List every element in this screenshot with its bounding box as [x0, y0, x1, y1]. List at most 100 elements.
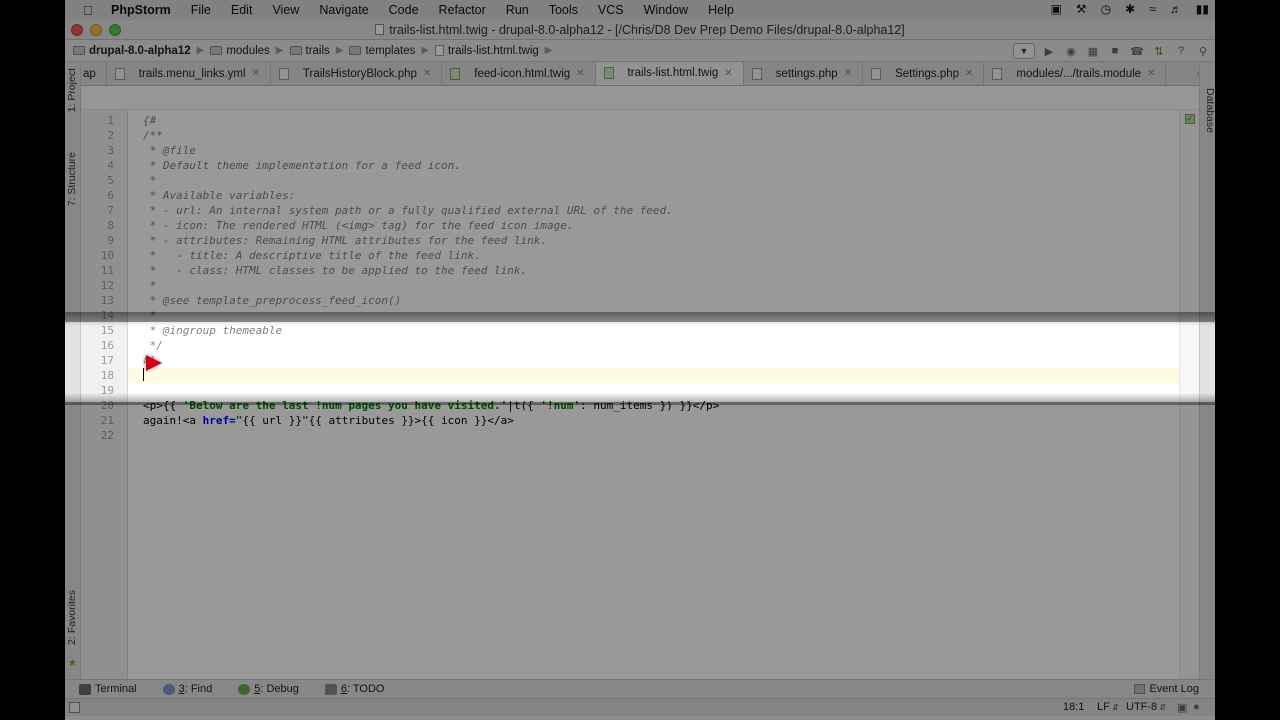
menu-vcs[interactable]: VCS [598, 3, 624, 17]
star-icon: ★ [68, 658, 77, 669]
code-line[interactable]: * [128, 173, 1179, 188]
menu-run[interactable]: Run [506, 3, 529, 17]
line-number: 10 [100, 249, 114, 262]
code-line[interactable]: * [128, 308, 1179, 323]
close-tab-icon[interactable]: ✕ [576, 68, 584, 79]
project-tool-tab[interactable]: 1: Project [66, 68, 80, 112]
run-toolbar: ▼ ▶ ◉ ▦ ■ ☎ ⇅ ? ⚲ [1013, 43, 1211, 59]
debug-icon[interactable]: ◉ [1063, 43, 1079, 59]
code-line[interactable]: <p>{{ 'Below are the last !num pages you… [128, 398, 1179, 413]
stop-icon[interactable]: ■ [1107, 43, 1123, 59]
menu-code[interactable]: Code [389, 3, 419, 17]
bluetooth-icon[interactable]: ✱ [1125, 2, 1135, 16]
screen-share-icon[interactable]: ▣ [1051, 2, 1062, 16]
breadcrumb-project[interactable]: drupal-8.0-alpha12 [73, 45, 191, 57]
caret-position[interactable]: 18:1 [1063, 701, 1084, 713]
favorites-tool-tab[interactable]: 2: Favorites [66, 590, 80, 645]
volume-icon[interactable]: ♬ [1170, 2, 1182, 16]
menu-tools[interactable]: Tools [549, 3, 578, 17]
menu-help[interactable]: Help [708, 3, 734, 17]
sync-icon[interactable]: ⇅ [1151, 43, 1167, 59]
code-line[interactable] [128, 368, 1179, 383]
code-line[interactable]: * - url: An internal system path or a fu… [128, 203, 1179, 218]
run-configuration-dropdown[interactable]: ▼ [1013, 43, 1035, 59]
lock-icon[interactable]: ▣ [1177, 701, 1187, 714]
wifi-icon[interactable]: ≈ [1149, 2, 1156, 16]
menu-refactor[interactable]: Refactor [439, 3, 486, 17]
battery-icon[interactable]: ▮▮ [1196, 2, 1209, 16]
yml-file-icon [114, 67, 125, 80]
todo-tool-button[interactable]: 6: TODO [324, 683, 385, 695]
debug-tool-button[interactable]: 5: Debug [238, 683, 299, 695]
code-area[interactable]: {# /** * @file * Default theme implementa… [128, 110, 1179, 679]
code-line[interactable]: * [128, 278, 1179, 293]
close-tab-icon[interactable]: ✕ [724, 68, 732, 79]
menu-view[interactable]: View [272, 3, 299, 17]
inspector-icon[interactable]: ● [1193, 701, 1200, 713]
structure-tool-tab[interactable]: 7: Structure [66, 152, 80, 206]
find-tool-button[interactable]: 3: Find [162, 683, 212, 695]
tool-windows-icon[interactable] [69, 702, 80, 713]
code-attribute: href= [202, 414, 236, 427]
code-line[interactable]: * @file [128, 143, 1179, 158]
encoding-selector[interactable]: UTF-8 ⇵ [1126, 701, 1166, 713]
code-line[interactable]: * @ingroup themeable [128, 323, 1179, 338]
menu-file[interactable]: File [191, 3, 211, 17]
event-log-button[interactable]: Event Log [1134, 683, 1199, 695]
tab-overflow-left[interactable]: ap [81, 62, 107, 85]
code-line[interactable]: * Default theme implementation for a fee… [128, 158, 1179, 173]
line-separator-selector[interactable]: LF ⇵ [1097, 701, 1119, 713]
tab-settings-class-php[interactable]: Settings.php ✕ [863, 62, 985, 85]
close-tab-icon[interactable]: ✕ [423, 68, 431, 79]
close-tab-icon[interactable]: ✕ [252, 68, 260, 79]
code-line[interactable]: * - icon: The rendered HTML (<img> tag) … [128, 218, 1179, 233]
line-number: 6 [107, 189, 114, 202]
left-tool-strip: 1: Project 7: Structure 2: Favorites ★ [65, 62, 81, 679]
menu-edit[interactable]: Edit [231, 3, 253, 17]
apple-icon[interactable]:  [83, 3, 111, 18]
database-tool-tab[interactable]: Database [1202, 88, 1215, 133]
help-icon[interactable]: ? [1173, 43, 1189, 59]
coverage-icon[interactable]: ▦ [1085, 43, 1101, 59]
code-line[interactable]: {# [128, 113, 1179, 128]
close-tab-icon[interactable]: ✕ [1147, 68, 1155, 79]
code-line[interactable]: * @see template_preprocess_feed_icon() [128, 293, 1179, 308]
line-number: 9 [107, 234, 114, 247]
line-number: 4 [107, 159, 114, 172]
search-everywhere-icon[interactable]: ⚲ [1195, 43, 1211, 59]
code-line[interactable]: * - class: HTML classes to be applied to… [128, 263, 1179, 278]
terminal-tool-button[interactable]: Terminal [79, 683, 137, 695]
code-line[interactable]: /** [128, 128, 1179, 143]
menu-navigate[interactable]: Navigate [319, 3, 368, 17]
code-line[interactable]: again!<a href="{{ url }}"{{ attributes }… [128, 413, 1179, 428]
breadcrumb-file[interactable]: trails-list.html.twig [435, 45, 539, 57]
code-line[interactable] [128, 428, 1179, 443]
close-tab-icon[interactable]: ✕ [965, 68, 973, 79]
code-line[interactable]: * Available variables: [128, 188, 1179, 203]
code-line[interactable] [128, 383, 1179, 398]
clock-icon[interactable]: ◷ [1101, 2, 1111, 16]
code-line[interactable]: * - title: A descriptive title of the fe… [128, 248, 1179, 263]
close-tab-icon[interactable]: ✕ [844, 68, 852, 79]
tab-trails-module[interactable]: modules/.../trails.module ✕ [984, 62, 1167, 85]
listen-debug-icon[interactable]: ☎ [1129, 43, 1145, 59]
breadcrumb-templates[interactable]: templates [349, 45, 415, 57]
tab-trails-list-twig[interactable]: trails-list.html.twig ✕ [595, 62, 744, 85]
breadcrumb-separator: ▶ [421, 45, 430, 56]
dropdown-arrow-icon: ⇵ [1157, 703, 1167, 712]
run-icon[interactable]: ▶ [1041, 43, 1057, 59]
breadcrumb-trails[interactable]: trails [289, 45, 330, 57]
tab-feed-icon-twig[interactable]: feed-icon.html.twig ✕ [442, 62, 596, 85]
code-line[interactable]: * - attributes: Remaining HTML attribute… [128, 233, 1179, 248]
tab-trails-menu-links[interactable]: trails.menu_links.yml ✕ [107, 62, 271, 85]
menu-app[interactable]: PhpStorm [111, 3, 171, 17]
breadcrumb-modules[interactable]: modules [210, 45, 270, 57]
menu-window[interactable]: Window [644, 3, 688, 17]
code-line[interactable]: */ [128, 338, 1179, 353]
breadcrumb-separator: ▶ [544, 45, 553, 56]
tab-trails-history-block[interactable]: TrailsHistoryBlock.php ✕ [271, 62, 443, 85]
code-line[interactable]: #} [128, 353, 1179, 368]
tab-settings-php[interactable]: settings.php ✕ [744, 62, 864, 85]
tools-icon[interactable]: ⚒ [1076, 2, 1087, 16]
inspection-ok-icon[interactable]: ✓ [1185, 114, 1195, 124]
